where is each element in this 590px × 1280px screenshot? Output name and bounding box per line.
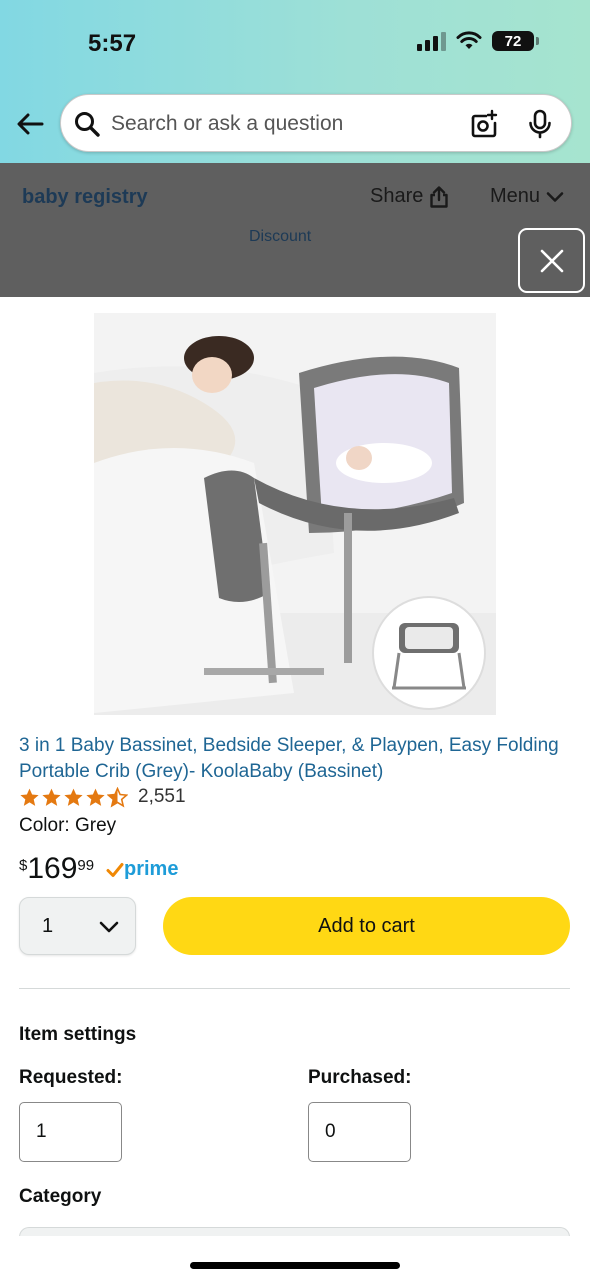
share-icon bbox=[430, 185, 449, 208]
prime-check-icon bbox=[106, 862, 124, 877]
divider bbox=[19, 988, 570, 989]
status-icons: 72 bbox=[417, 31, 539, 51]
star-icon bbox=[86, 788, 105, 806]
category-heading: Category bbox=[19, 1186, 102, 1207]
search-bar[interactable]: Search or ask a question bbox=[60, 94, 572, 152]
star-icon bbox=[20, 788, 39, 806]
search-input[interactable]: Search or ask a question bbox=[111, 112, 343, 136]
discount-tab[interactable]: Discount bbox=[249, 228, 311, 246]
purchased-label: Purchased: bbox=[308, 1067, 412, 1088]
wifi-icon bbox=[456, 31, 482, 49]
add-to-cart-button[interactable]: Add to cart bbox=[163, 897, 570, 955]
battery-icon: 72 bbox=[492, 31, 539, 51]
quantity-dropdown[interactable]: 1 bbox=[19, 897, 136, 955]
product-price: $ 169 99 bbox=[19, 852, 94, 886]
bottom-area bbox=[0, 1236, 590, 1280]
close-icon bbox=[540, 249, 563, 272]
search-icon bbox=[75, 112, 100, 137]
close-button[interactable] bbox=[518, 228, 585, 293]
quantity-value: 1 bbox=[42, 915, 54, 937]
rating-row[interactable]: 2,551 bbox=[19, 786, 186, 808]
camera-icon[interactable] bbox=[469, 109, 499, 139]
product-image[interactable] bbox=[94, 313, 496, 715]
star-rating bbox=[19, 786, 128, 808]
product-color: Color: Grey bbox=[19, 815, 117, 836]
home-indicator[interactable] bbox=[190, 1262, 400, 1269]
star-icon bbox=[64, 788, 83, 806]
status-time: 5:57 bbox=[88, 30, 137, 57]
microphone-icon[interactable] bbox=[527, 109, 553, 139]
price-symbol: $ bbox=[19, 857, 28, 874]
signal-icon bbox=[417, 31, 446, 51]
star-half-icon bbox=[107, 786, 128, 807]
menu-button[interactable]: Menu bbox=[490, 185, 564, 208]
rating-count: 2,551 bbox=[138, 786, 186, 807]
chevron-down-icon bbox=[99, 921, 119, 933]
star-icon bbox=[42, 788, 61, 806]
requested-label: Requested: bbox=[19, 1067, 123, 1088]
prime-badge: prime bbox=[106, 858, 178, 881]
price-fraction: 99 bbox=[77, 857, 95, 874]
chevron-down-icon bbox=[546, 191, 564, 202]
menu-label: Menu bbox=[490, 185, 541, 207]
share-label: Share bbox=[370, 185, 424, 207]
share-button[interactable]: Share bbox=[370, 185, 449, 208]
product-title-link[interactable]: 3 in 1 Baby Bassinet, Bedside Sleeper, &… bbox=[19, 733, 574, 785]
registry-title[interactable]: baby registry bbox=[22, 186, 148, 209]
back-arrow-icon[interactable] bbox=[14, 108, 46, 140]
price-whole: 169 bbox=[27, 852, 78, 885]
requested-input[interactable] bbox=[19, 1102, 122, 1162]
prime-label: prime bbox=[124, 858, 179, 880]
item-settings-heading: Item settings bbox=[19, 1024, 137, 1045]
purchased-input[interactable] bbox=[308, 1102, 411, 1162]
